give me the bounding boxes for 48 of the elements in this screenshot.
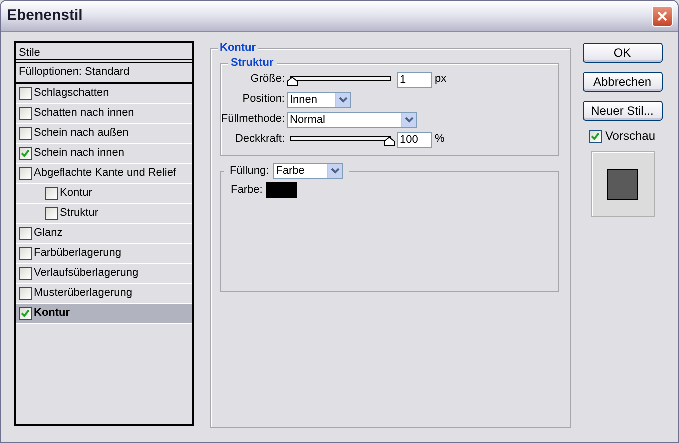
value-field[interactable]: 1 (397, 72, 432, 88)
dialog-button[interactable]: Neuer Stil... (582, 101, 662, 121)
checkbox[interactable] (589, 130, 602, 142)
style-item[interactable]: Schein nach außen (16, 124, 192, 144)
field-label: Deckkraft: (234, 132, 286, 148)
style-item[interactable]: Schlagschatten (16, 84, 192, 104)
unit-label: % (434, 132, 445, 148)
dialog-button[interactable]: OK (582, 43, 662, 63)
dropdown[interactable]: Innen (287, 92, 351, 108)
close-icon (657, 10, 668, 22)
field-label: Position: (242, 92, 286, 108)
field-label: Füllmethode: (221, 112, 286, 128)
close-button[interactable] (652, 6, 673, 26)
field-label: Größe: (250, 72, 286, 88)
field-label: Füllung: (230, 164, 270, 179)
list-header: Stile (16, 43, 192, 63)
field-label: Farbe: (231, 182, 263, 198)
checkbox[interactable] (19, 287, 32, 300)
style-item[interactable]: Fülloptionen: Standard (16, 63, 192, 84)
unit-label: px (434, 72, 447, 88)
checkbox[interactable] (45, 187, 58, 200)
checkbox[interactable] (19, 227, 32, 240)
checkbox[interactable] (19, 127, 32, 140)
style-item[interactable]: Schatten nach innen (16, 104, 192, 124)
style-item[interactable]: Glanz (16, 224, 192, 244)
checkbox-label: Vorschau (605, 128, 656, 145)
checkbox[interactable] (19, 107, 32, 120)
style-item[interactable]: Struktur (16, 204, 192, 224)
checkbox[interactable] (19, 167, 32, 180)
checkbox[interactable] (45, 207, 58, 220)
style-item[interactable]: Verlaufsüberlagerung (16, 264, 192, 284)
style-item[interactable]: Abgeflachte Kante und Relief (16, 164, 192, 184)
checkbox[interactable] (19, 267, 32, 280)
style-item[interactable]: Kontur (16, 184, 192, 204)
dialog-button[interactable]: Abbrechen (582, 72, 662, 92)
checkbox[interactable] (19, 247, 32, 260)
checkbox[interactable] (19, 87, 32, 100)
window-title: Ebenenstil (7, 6, 83, 26)
style-item[interactable]: Schein nach innen (16, 144, 192, 164)
checkbox[interactable] (19, 307, 32, 320)
preview-swatch (607, 168, 638, 200)
style-item[interactable]: Kontur (16, 304, 192, 324)
dropdown[interactable]: Normal (287, 112, 417, 128)
style-item[interactable]: Farbüberlagerung (16, 244, 192, 264)
dropdown[interactable]: Farbe (273, 163, 344, 180)
checkbox[interactable] (19, 147, 32, 160)
value-field[interactable]: 100 (397, 132, 432, 148)
color-swatch[interactable] (266, 182, 297, 198)
